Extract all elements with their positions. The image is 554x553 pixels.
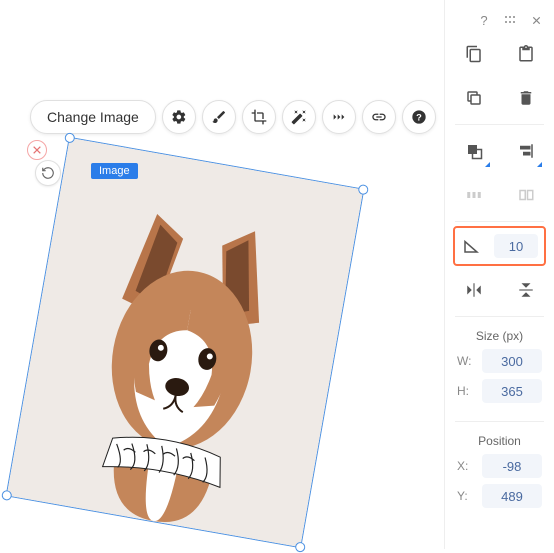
delete-button[interactable] (512, 84, 540, 112)
y-label: Y: (457, 489, 479, 503)
match-size-button[interactable] (512, 181, 540, 209)
undo-button[interactable] (35, 160, 61, 186)
change-image-button[interactable]: Change Image (30, 100, 156, 134)
duplicate-row (445, 76, 554, 120)
panel-help-button[interactable]: ? (476, 12, 492, 28)
image-toolbar: Change Image ? (30, 100, 436, 134)
rotation-input[interactable] (494, 234, 538, 258)
width-input[interactable] (482, 349, 542, 373)
drag-icon (504, 15, 516, 25)
reset-button[interactable] (27, 140, 47, 160)
help-icon: ? (411, 109, 427, 125)
duplicate-icon (465, 89, 483, 107)
flip-vertical-button[interactable] (512, 276, 540, 304)
height-label: H: (457, 384, 479, 398)
image-content (7, 138, 364, 547)
close-icon (531, 15, 542, 26)
divider (455, 221, 544, 222)
settings-button[interactable] (162, 100, 196, 134)
distribute-h-button[interactable] (460, 181, 488, 209)
dog-image (7, 138, 364, 547)
crop-icon (251, 109, 267, 125)
close-panel-button[interactable] (528, 12, 544, 28)
duplicate-button[interactable] (460, 84, 488, 112)
position-title: Position (457, 434, 542, 448)
match-size-icon (517, 186, 535, 204)
link-button[interactable] (362, 100, 396, 134)
trash-icon (517, 89, 535, 107)
distribute-row (445, 173, 554, 217)
x-row: X: (457, 454, 542, 478)
divider (455, 421, 544, 422)
size-section: Size (px) W: H: (445, 321, 554, 417)
design-button[interactable] (202, 100, 236, 134)
x-label: X: (457, 459, 479, 473)
align-icon (517, 142, 535, 160)
animation-button[interactable] (322, 100, 356, 134)
reset-icon (32, 145, 42, 155)
flip-horizontal-button[interactable] (460, 276, 488, 304)
y-input[interactable] (482, 484, 542, 508)
size-title: Size (px) (457, 329, 542, 343)
brush-icon (211, 109, 227, 125)
x-input[interactable] (482, 454, 542, 478)
arrange-row (445, 129, 554, 173)
clipboard-row (445, 32, 554, 76)
flip-h-icon (465, 281, 483, 299)
copy-button[interactable] (460, 40, 488, 68)
distribute-h-icon (465, 186, 483, 204)
resize-handle-tr[interactable] (357, 184, 369, 196)
image-selection[interactable] (6, 137, 365, 549)
resize-handle-bl[interactable] (1, 490, 13, 502)
align-button[interactable] (512, 137, 540, 165)
drag-handle[interactable] (502, 12, 518, 28)
selection-label: Image (91, 163, 138, 179)
effects-button[interactable] (282, 100, 316, 134)
bring-forward-button[interactable] (460, 137, 488, 165)
divider (455, 124, 544, 125)
properties-panel: ? (444, 0, 554, 549)
resize-handle-br[interactable] (294, 541, 306, 553)
panel-top-controls: ? (445, 8, 554, 32)
rotation-icon-button[interactable] (461, 236, 481, 256)
wand-icon (291, 109, 307, 125)
link-icon (371, 109, 387, 125)
svg-text:?: ? (416, 112, 422, 122)
question-icon: ? (480, 13, 487, 28)
divider (455, 316, 544, 317)
position-section: Position X: Y: (445, 426, 554, 522)
angle-icon (462, 237, 480, 255)
flip-v-icon (517, 281, 535, 299)
rotation-row (453, 226, 546, 266)
help-button[interactable]: ? (402, 100, 436, 134)
canvas-area[interactable]: Change Image ? Image (0, 0, 444, 549)
width-label: W: (457, 354, 479, 368)
animation-icon (331, 109, 347, 125)
bring-forward-icon (465, 142, 483, 160)
width-row: W: (457, 349, 542, 373)
crop-button[interactable] (242, 100, 276, 134)
flip-row (445, 268, 554, 312)
gear-icon (171, 109, 187, 125)
height-input[interactable] (482, 379, 542, 403)
height-row: H: (457, 379, 542, 403)
paste-icon (517, 45, 535, 63)
y-row: Y: (457, 484, 542, 508)
paste-button[interactable] (512, 40, 540, 68)
undo-icon (41, 166, 55, 180)
copy-icon (465, 45, 483, 63)
